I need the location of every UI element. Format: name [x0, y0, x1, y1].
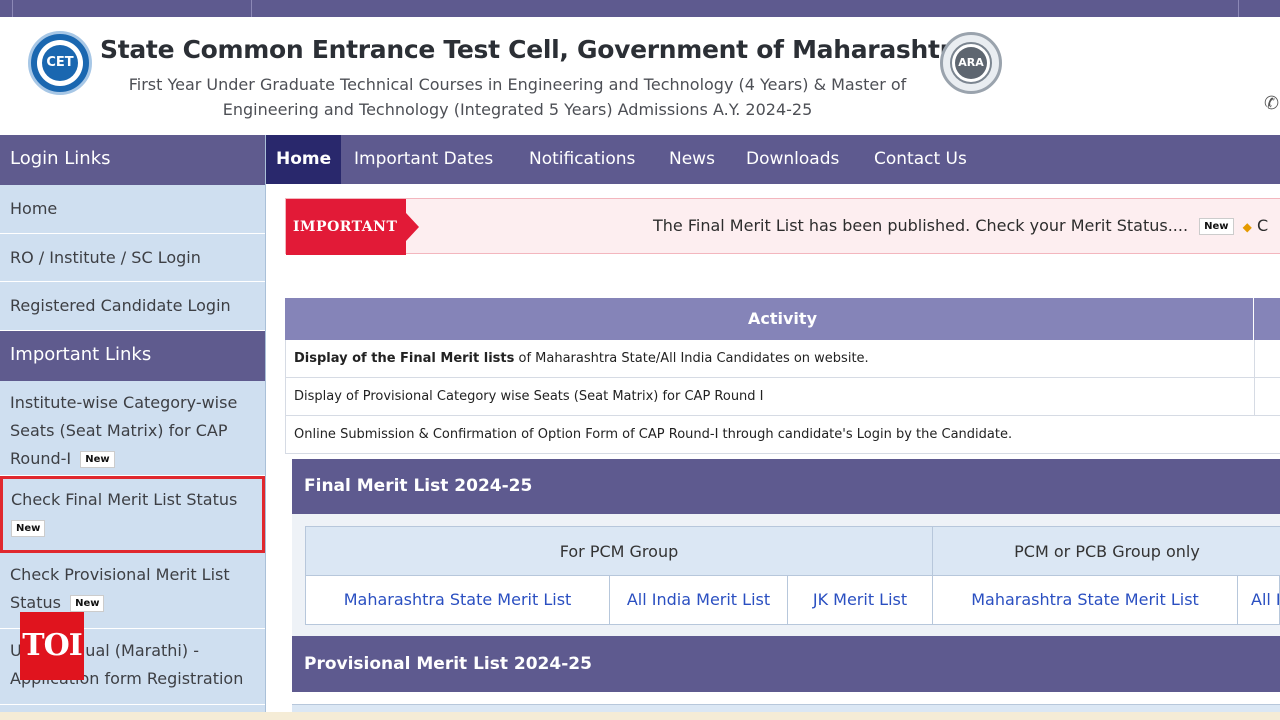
- site-subtitle-line2: Engineering and Technology (Integrated 5…: [222, 100, 813, 119]
- cet-logo-text: CET: [42, 45, 78, 81]
- site-header: CET State Common Entrance Test Cell, Gov…: [0, 17, 1280, 135]
- important-label: IMPORTANT: [286, 199, 419, 255]
- activity-text: of Maharashtra State/All India Candidate…: [514, 351, 869, 366]
- phone-icon: ✆: [1264, 93, 1280, 114]
- sidebar-item-candidate-login[interactable]: Registered Candidate Login: [0, 282, 265, 331]
- activity-text: Display of Provisional Category wise Sea…: [294, 389, 764, 404]
- sidebar-item-seat-matrix[interactable]: Institute-wise Category-wise Seats (Seat…: [0, 381, 265, 476]
- final-merit-panel: For PCM Group PCM or PCB Group only Maha…: [292, 514, 1280, 636]
- nav-downloads[interactable]: Downloads: [746, 135, 839, 184]
- provisional-merit-heading: Provisional Merit List 2024-25: [292, 636, 1280, 692]
- table-row: Display of Provisional Category wise Sea…: [285, 378, 1280, 416]
- page-bottom-edge: [0, 712, 1280, 720]
- ticker-next-message: C: [1256, 216, 1269, 235]
- group-pcm-pcb: PCM or PCB Group only: [933, 527, 1280, 576]
- link-all-india-merit-pcm[interactable]: All India Merit List: [610, 576, 788, 625]
- table-row: Online Submission & Confirmation of Opti…: [285, 416, 1280, 454]
- nav-news[interactable]: News: [669, 135, 715, 184]
- link-all-india-merit-pcb[interactable]: All I: [1238, 576, 1280, 625]
- new-badge: New: [11, 520, 46, 537]
- nav-notifications[interactable]: Notifications: [529, 135, 635, 184]
- activity-bold-text: Display of the Final Merit lists: [294, 351, 515, 366]
- sidebar-item-final-merit-status[interactable]: Check Final Merit List Status New: [0, 476, 265, 553]
- ticker-message: The Final Merit List has been published.…: [653, 216, 1189, 235]
- final-merit-grid: For PCM Group PCM or PCB Group only Maha…: [305, 526, 1280, 625]
- main-nav: Home Important Dates Notifications News …: [266, 135, 1280, 184]
- toi-watermark: TOI: [20, 612, 84, 680]
- activity-header-label: Activity: [748, 309, 817, 328]
- activity-table: Activity Display of the Final Merit list…: [285, 298, 1280, 454]
- sidebar-item-label: Check Final Merit List Status: [11, 490, 238, 509]
- topbar-divider: [1238, 0, 1239, 17]
- diamond-icon: ◆: [1242, 220, 1252, 234]
- important-ticker: IMPORTANT The Final Merit List has been …: [285, 198, 1280, 255]
- site-subtitle-line1: First Year Under Graduate Technical Cour…: [128, 75, 907, 94]
- nav-important-dates[interactable]: Important Dates: [354, 135, 493, 184]
- ara-logo-text: ARA: [955, 47, 987, 79]
- sidebar-item-home[interactable]: Home: [0, 185, 265, 234]
- new-badge: New: [80, 451, 115, 468]
- link-jk-merit-pcm[interactable]: JK Merit List: [788, 576, 933, 625]
- nav-contact-us[interactable]: Contact Us: [874, 135, 967, 184]
- table-row: Display of the Final Merit lists of Maha…: [285, 340, 1280, 378]
- sidebar-heading-login: Login Links: [0, 135, 265, 194]
- topbar-divider: [251, 0, 252, 17]
- sidebar-item-label: Institute-wise Category-wise Seats (Seat…: [10, 393, 238, 468]
- site-subtitle: First Year Under Graduate Technical Cour…: [100, 72, 935, 122]
- site-title: State Common Entrance Test Cell, Governm…: [100, 35, 969, 64]
- group-pcm: For PCM Group: [306, 527, 933, 576]
- top-utility-bar: [0, 0, 1280, 17]
- new-badge: New: [1199, 218, 1234, 235]
- sidebar-item-label: Check Provisional Merit List Status: [10, 565, 230, 612]
- cet-logo[interactable]: CET: [28, 31, 92, 95]
- important-ticker-text[interactable]: The Final Merit List has been published.…: [653, 199, 1268, 254]
- link-maharashtra-merit-pcb[interactable]: Maharashtra State Merit List: [933, 576, 1238, 625]
- nav-home[interactable]: Home: [266, 135, 342, 184]
- topbar-divider: [12, 0, 13, 17]
- sidebar-heading-important: Important Links: [0, 331, 265, 390]
- new-badge: New: [70, 595, 105, 612]
- sidebar-item-ro-institute-login[interactable]: RO / Institute / SC Login: [0, 234, 265, 282]
- link-maharashtra-merit-pcm[interactable]: Maharashtra State Merit List: [306, 576, 610, 625]
- ara-logo[interactable]: ARA: [940, 32, 1002, 94]
- activity-text: Online Submission & Confirmation of Opti…: [294, 427, 1013, 442]
- activity-header: Activity: [285, 298, 1280, 340]
- final-merit-heading: Final Merit List 2024-25: [292, 459, 1280, 514]
